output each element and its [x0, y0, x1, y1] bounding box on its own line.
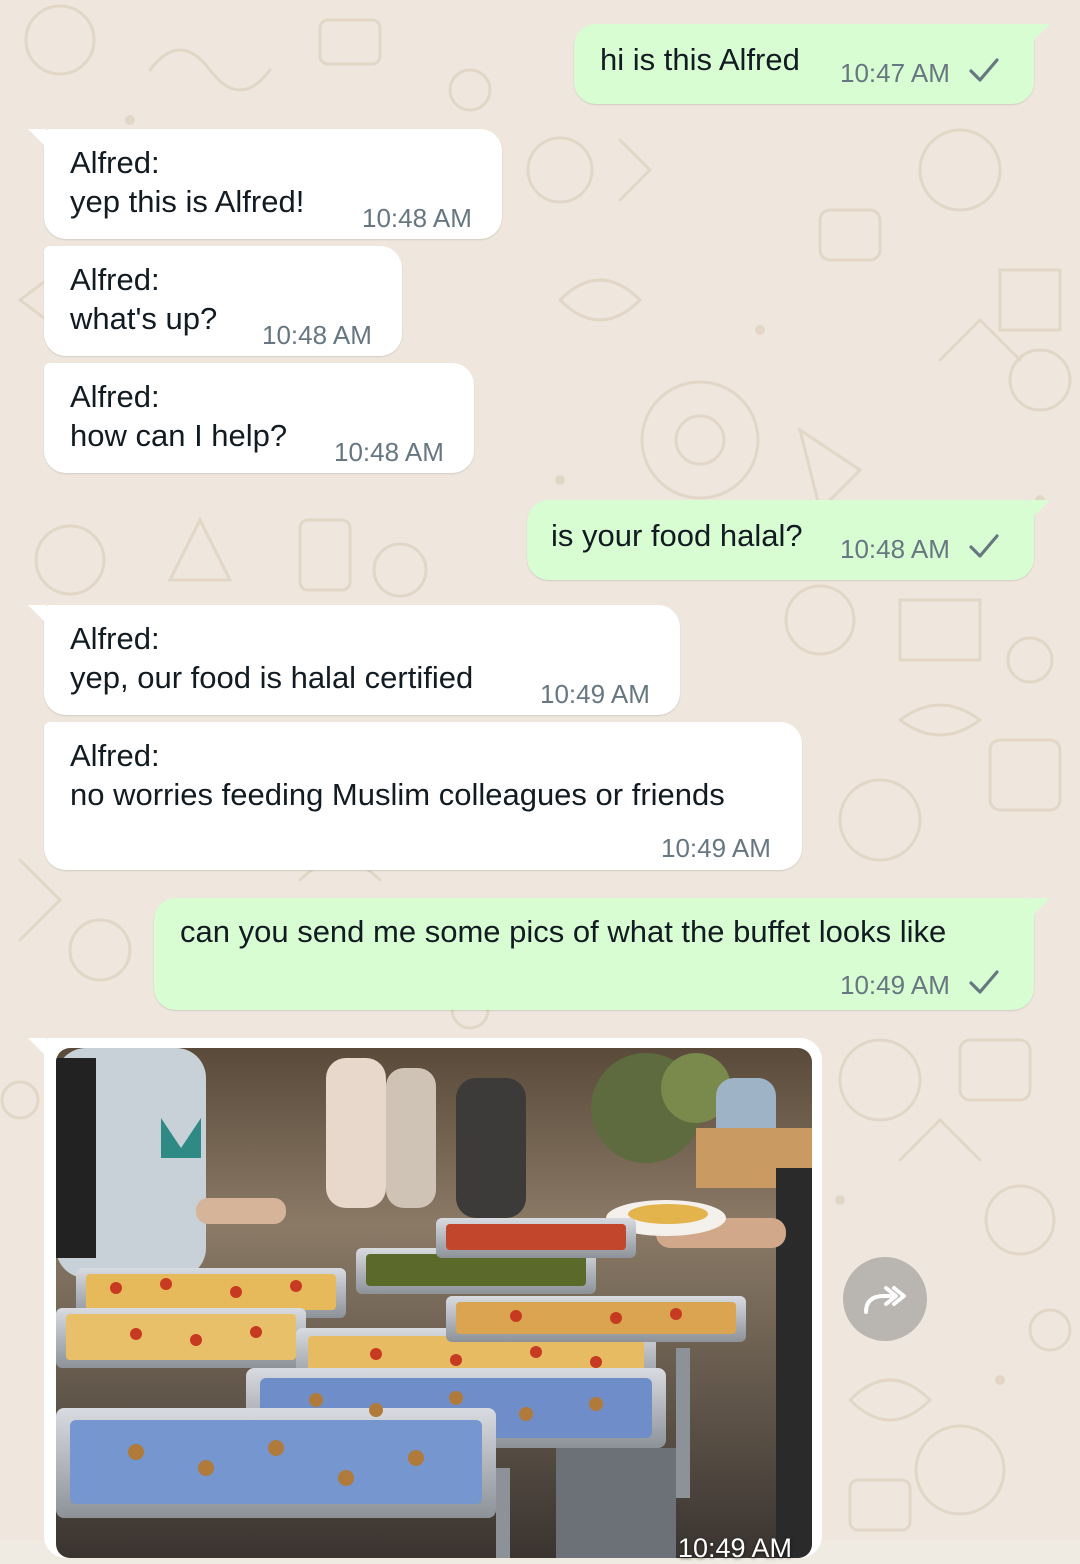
incoming-message[interactable]: Alfred: how can I help? 10:48 AM [44, 363, 474, 473]
message-text: no worries feeding Muslim colleagues or … [70, 777, 725, 812]
sender-name: Alfred: [70, 262, 160, 298]
message-time: 10:48 AM [362, 203, 472, 233]
bubble-tail [1032, 500, 1050, 518]
outgoing-message[interactable]: can you send me some pics of what the bu… [154, 898, 1050, 1010]
message-text: how can I help? [70, 418, 288, 453]
outgoing-message[interactable]: hi is this Alfred 10:47 AM [574, 24, 1050, 104]
message-time: 10:47 AM [840, 58, 950, 88]
incoming-message[interactable]: Alfred: yep this is Alfred! 10:48 AM [28, 129, 502, 239]
single-check-icon [969, 970, 999, 994]
bubble-tail [1032, 24, 1050, 42]
sender-name-colon: : [150, 145, 160, 180]
forward-button[interactable] [843, 1257, 927, 1341]
message-text: what's up? [70, 301, 218, 336]
incoming-image-message[interactable]: 10:49 AM [28, 1038, 822, 1563]
message-text: hi is this Alfred [600, 42, 800, 77]
message-time: 10:48 AM [262, 320, 372, 350]
message-time: 10:48 AM [334, 437, 444, 467]
incoming-message[interactable]: Alfred: yep, our food is halal certified… [28, 605, 680, 715]
message-text: yep this is Alfred! [70, 184, 305, 219]
single-check-icon [969, 58, 999, 82]
message-time: 10:49 AM [661, 833, 771, 863]
message-time: 10:49 AM [677, 1533, 792, 1563]
sender-name-text: Alfred [70, 379, 151, 414]
sender-name-colon: : [150, 379, 160, 414]
sender-name: Alfred: [70, 621, 160, 657]
buffet-photo-illustration [56, 1048, 812, 1558]
message-time: 10:48 AM [840, 534, 950, 564]
message-time: 10:49 AM [540, 679, 650, 709]
incoming-message[interactable]: Alfred: no worries feeding Muslim collea… [44, 722, 802, 870]
sender-name-colon: : [150, 262, 160, 297]
sender-name: Alfred: [70, 145, 160, 181]
single-check-icon [969, 534, 999, 558]
message-text: is your food halal? [551, 518, 803, 553]
sender-name-colon: : [150, 738, 160, 773]
sender-name: Alfred: [70, 738, 160, 774]
sender-name: Alfred: [70, 379, 160, 415]
sender-name-text: Alfred [70, 262, 151, 297]
message-time: 10:49 AM [840, 970, 950, 1000]
message-text: yep, our food is halal certified [70, 660, 474, 695]
bubble-tail [28, 605, 46, 623]
outgoing-message[interactable]: is your food halal? 10:48 AM [527, 500, 1050, 580]
sender-name-text: Alfred [70, 145, 151, 180]
incoming-message[interactable]: Alfred: what's up? 10:48 AM [44, 246, 402, 356]
bubble-tail [1032, 898, 1050, 916]
message-text: can you send me some pics of what the bu… [180, 914, 947, 949]
sender-name-colon: : [150, 621, 160, 656]
buffet-photo[interactable] [56, 1048, 812, 1558]
forward-arrow-icon [864, 1286, 906, 1314]
sender-name-text: Alfred [70, 738, 151, 773]
bubble-tail [28, 129, 46, 147]
chat-thread: hi is this Alfred 10:47 AM Alfred: yep t… [0, 0, 1080, 1563]
bubble-tail [28, 1038, 46, 1056]
sender-name-text: Alfred [70, 621, 151, 656]
